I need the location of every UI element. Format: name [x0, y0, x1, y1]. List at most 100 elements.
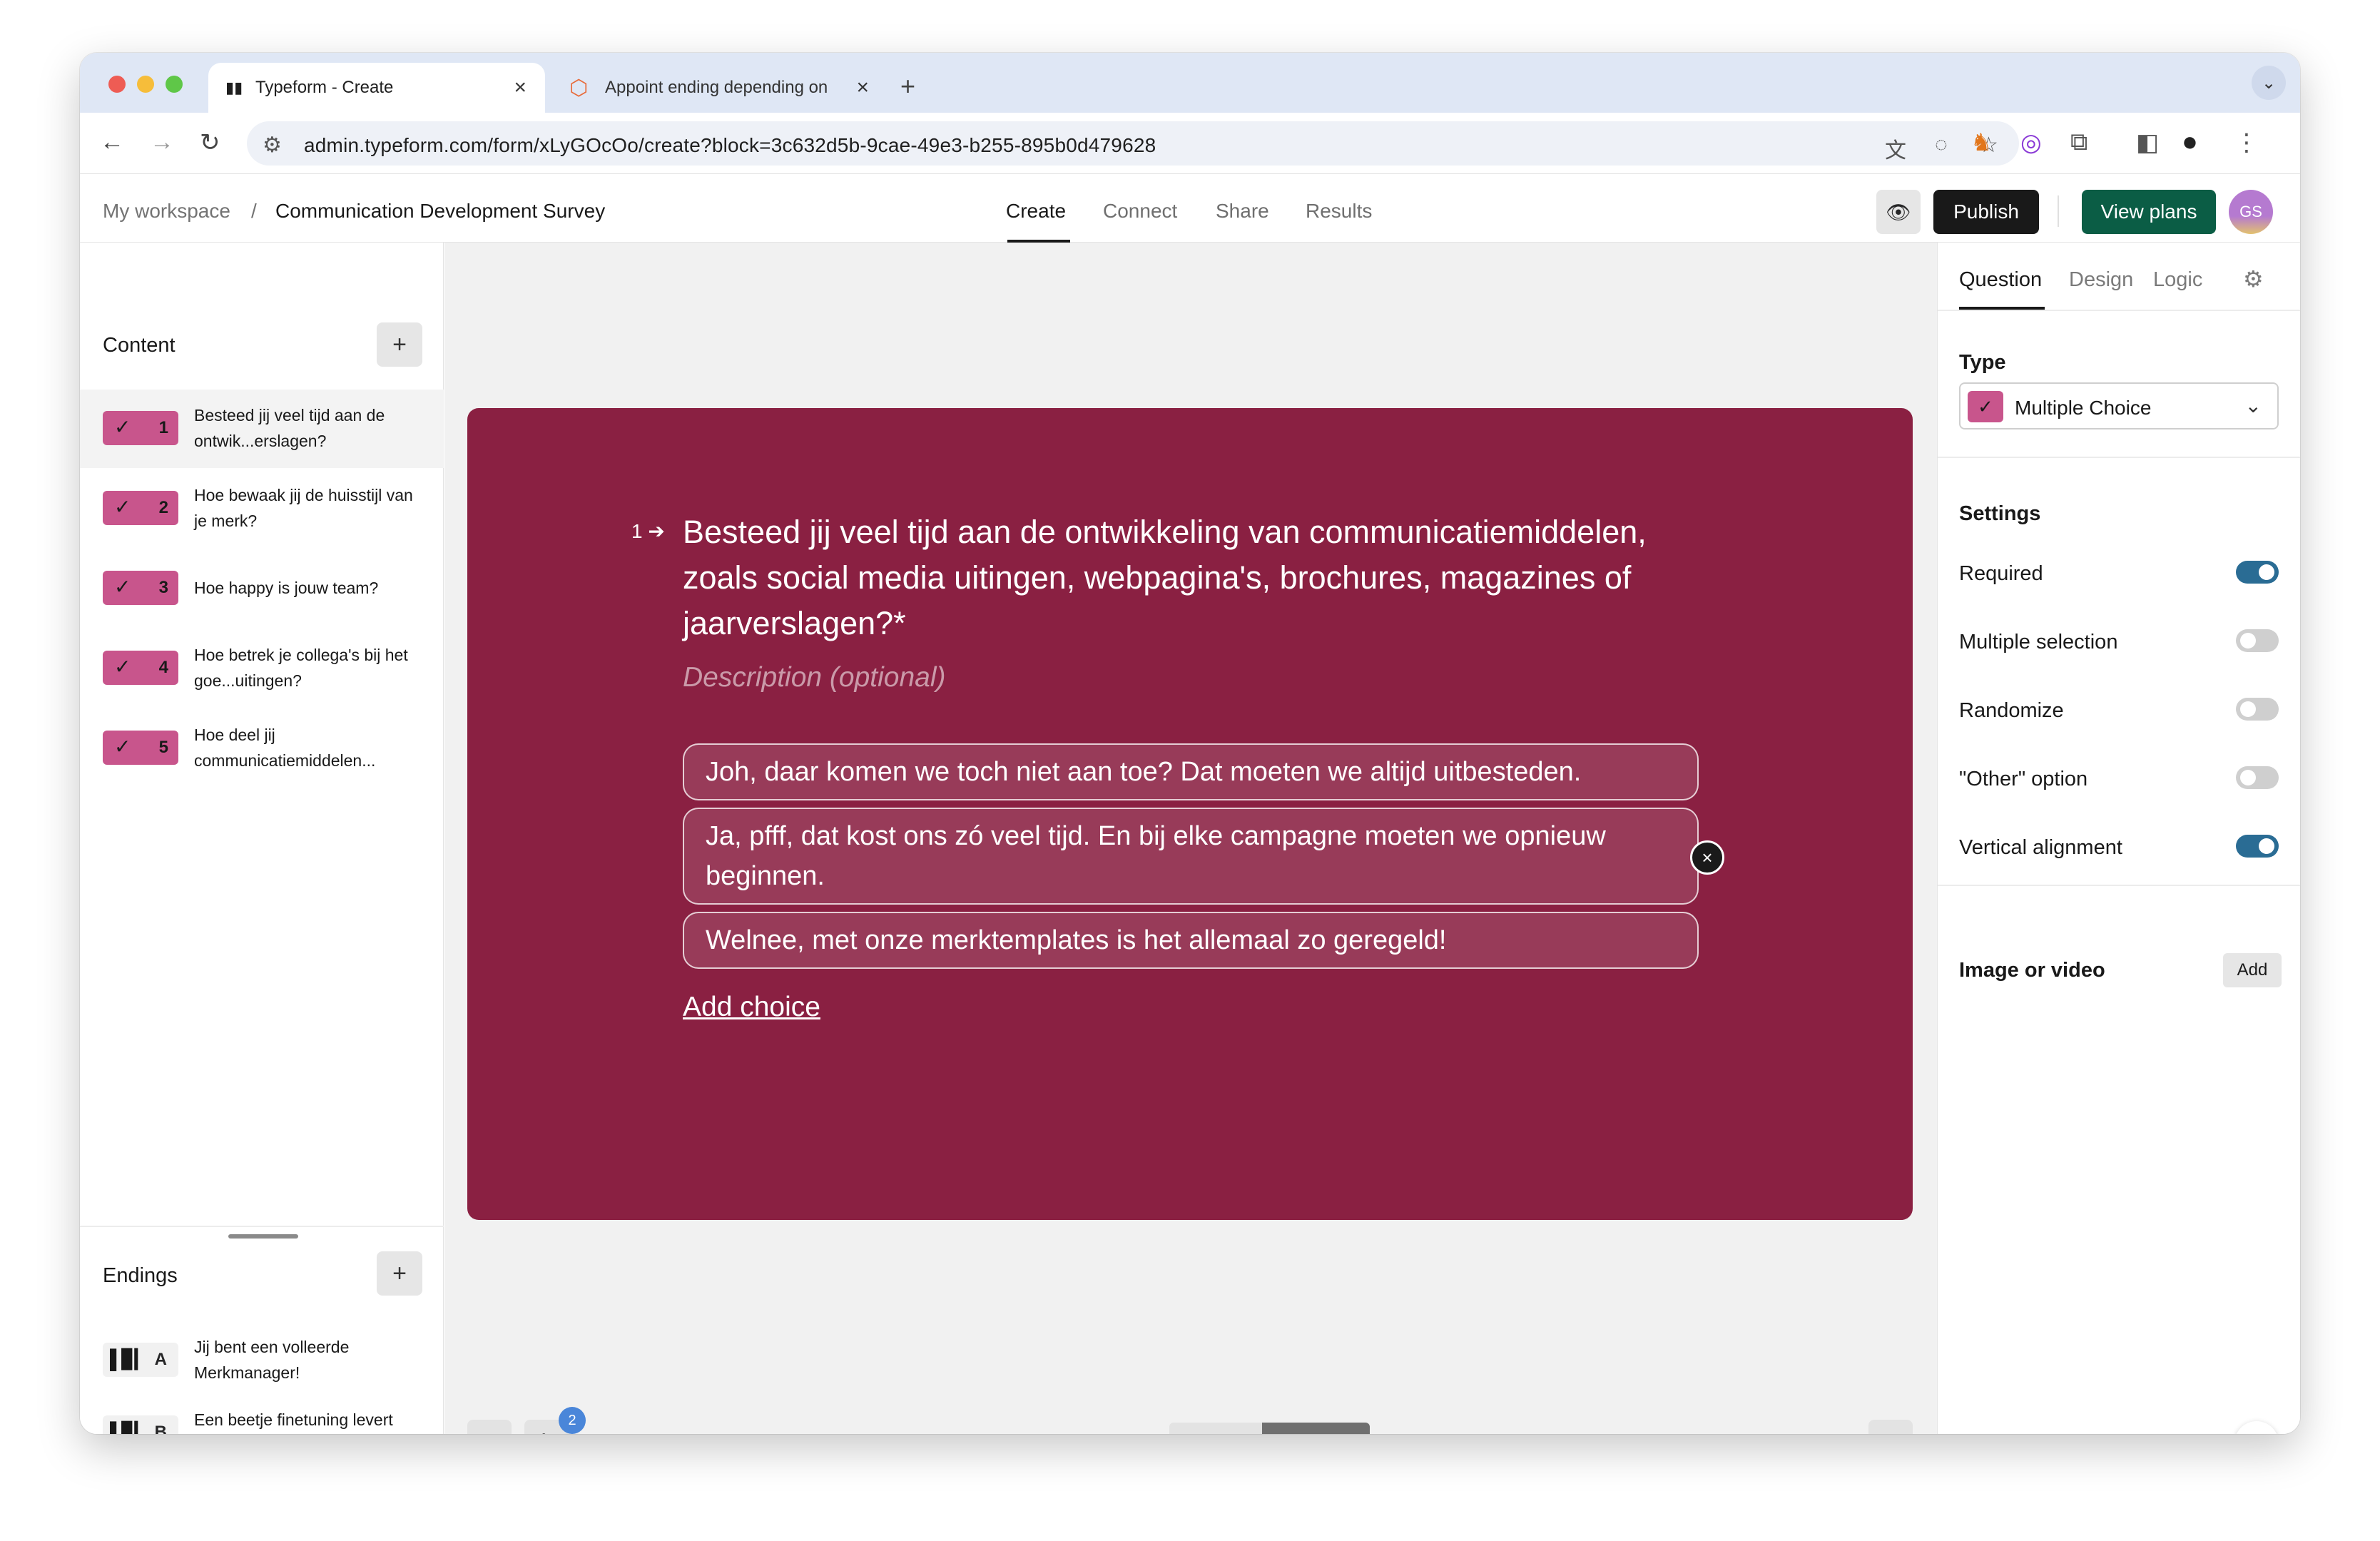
randomize-toggle[interactable]	[2236, 698, 2279, 721]
question-number-arrow: 1 ➔	[631, 520, 665, 542]
metamask-extension-icon[interactable]: ♞	[1970, 128, 1992, 157]
more-vertical-icon[interactable]: ⋮	[2234, 128, 2259, 157]
minimize-window-button[interactable]	[137, 76, 154, 93]
browser-window: ▮▮ Typeform - Create × ⬡ Appoint ending …	[80, 53, 2300, 1434]
preview-eye-icon[interactable]: 👁	[1876, 190, 1921, 234]
view-plans-button[interactable]: View plans	[2082, 190, 2216, 234]
question-item-4[interactable]: ✓ 4 Hoe betrek je collega's bij het goe.…	[80, 629, 444, 708]
add-ending-button[interactable]: +	[377, 1251, 422, 1296]
multiple-selection-label: Multiple selection	[1959, 631, 2118, 653]
required-label: Required	[1959, 562, 2043, 585]
tab-results[interactable]: Results	[1306, 200, 1372, 223]
question-title[interactable]: Besteed jij veel tijd aan de ontwikkelin…	[683, 509, 1682, 646]
tab-design[interactable]: Design	[2069, 268, 2133, 292]
app-header: My workspace / Communication Development…	[80, 174, 2300, 243]
form-title[interactable]: Communication Development Survey	[275, 200, 605, 223]
remove-choice-icon[interactable]: ×	[1690, 840, 1724, 875]
question-number: 1	[631, 520, 643, 542]
translate-icon[interactable]: ⽂	[1885, 133, 1906, 164]
tab-title: Typeform - Create	[255, 78, 394, 97]
sidebar-divider	[80, 1226, 444, 1227]
header-divider	[2058, 195, 2059, 227]
panel-divider	[1938, 885, 2300, 886]
required-toggle[interactable]	[2236, 561, 2279, 584]
address-bar[interactable]: ⚙ admin.typeform.com/form/xLyGOcOo/creat…	[247, 121, 2019, 166]
other-option-toggle[interactable]	[2236, 766, 2279, 789]
collapse-left-panel-icon[interactable]: ⇤	[467, 1420, 512, 1434]
reload-icon[interactable]: ↻	[200, 128, 220, 157]
close-tab-icon[interactable]: ×	[514, 76, 527, 100]
question-label: Hoe deel jij communicatiemiddelen...	[194, 726, 376, 770]
eye-slash-icon[interactable]: ◌	[1935, 133, 1948, 157]
question-number: 2	[158, 498, 168, 517]
puzzle-extensions-icon[interactable]: ⧉	[2070, 128, 2087, 156]
tab-create[interactable]: Create	[1006, 200, 1066, 223]
help-button[interactable]: ?	[2234, 1421, 2279, 1434]
add-media-button[interactable]: Add	[2223, 953, 2282, 987]
add-content-button[interactable]: +	[377, 322, 422, 367]
help-center-icon: ⬡	[569, 76, 589, 100]
question-card[interactable]: 1 ➔ Besteed jij veel tijd aan de ontwikk…	[467, 408, 1913, 1220]
multiple-selection-toggle[interactable]	[2236, 629, 2279, 652]
browser-tab-typeform[interactable]: ▮▮ Typeform - Create ×	[208, 63, 545, 113]
add-choice-link[interactable]: Add choice	[683, 992, 820, 1023]
checkmark-icon: ✓	[114, 576, 131, 598]
question-label: Hoe bewaak jij de huisstijl van je merk?	[194, 486, 413, 530]
avatar[interactable]: GS	[2229, 190, 2273, 234]
settings-label: Settings	[1959, 502, 2041, 525]
ending-badge: ▌▊▎ B	[103, 1415, 178, 1434]
content-sidebar: Content + ✓ 1 Besteed jij veel tijd aan …	[80, 243, 444, 1434]
breadcrumb-workspace[interactable]: My workspace	[103, 200, 230, 223]
question-item-2[interactable]: ✓ 2 Hoe bewaak jij de huisstijl van je m…	[80, 469, 444, 548]
ending-item-a[interactable]: ▌▊▎ A Jij bent een volleerde Merkmanager…	[80, 1321, 444, 1400]
tab-search-chevron-icon[interactable]: ⌄	[2252, 66, 2286, 100]
content-title: Content	[103, 334, 176, 357]
ending-item-b[interactable]: ▌▊▎ B Een beetje finetuning levert altij…	[80, 1401, 444, 1434]
mobile-view-button[interactable]: Mobile	[1169, 1423, 1263, 1434]
question-item-3[interactable]: ✓ 3 Hoe happy is jouw team?	[80, 549, 444, 628]
back-arrow-icon[interactable]: ←	[100, 128, 124, 156]
browser-tab-help[interactable]: ⬡ Appoint ending depending on ×	[554, 63, 882, 113]
ending-label: Jij bent een volleerde Merkmanager!	[194, 1338, 350, 1382]
question-item-5[interactable]: ✓ 5 Hoe deel jij communicatiemiddelen...	[80, 709, 444, 788]
side-panel-icon[interactable]: ◧	[2136, 128, 2159, 157]
checkmark-icon: ✓	[1968, 391, 2003, 422]
question-number: 1	[158, 418, 168, 437]
editor-canvas: 1 ➔ Besteed jij veel tijd aan de ontwikk…	[444, 243, 1937, 1434]
desktop-view-button[interactable]: Desktop	[1262, 1423, 1370, 1434]
publish-button[interactable]: Publish	[1933, 190, 2039, 234]
description-field[interactable]: Description (optional)	[683, 662, 946, 693]
choice-2[interactable]: Ja, pfff, dat kost ons zó veel tijd. En …	[683, 808, 1699, 905]
question-item-1[interactable]: ✓ 1 Besteed jij veel tijd aan de ontwik.…	[80, 390, 444, 468]
site-settings-icon[interactable]: ⚙	[263, 133, 282, 158]
breadcrumb-separator: /	[251, 200, 257, 222]
checkmark-icon: ✓	[114, 496, 131, 518]
close-window-button[interactable]	[108, 76, 126, 93]
type-label: Type	[1959, 351, 2006, 374]
choice-3[interactable]: Welnee, met onze merktemplates is het al…	[683, 912, 1699, 969]
collapse-right-panel-icon[interactable]: ⇥	[1868, 1420, 1913, 1434]
profile-icon[interactable]: ●	[2182, 127, 2198, 158]
tab-connect[interactable]: Connect	[1103, 200, 1177, 223]
url-text: admin.typeform.com/form/xLyGOcOo/create?…	[304, 134, 1156, 156]
forward-arrow-icon[interactable]: →	[150, 128, 174, 156]
question-type-select[interactable]: ✓ Multiple Choice ⌄	[1959, 382, 2279, 429]
close-tab-icon[interactable]: ×	[856, 76, 869, 100]
ending-label: Een beetje finetuning levert altijd iets…	[194, 1410, 393, 1429]
tab-question[interactable]: Question	[1959, 268, 2042, 292]
gear-icon[interactable]: ⚙	[2243, 265, 2264, 293]
question-settings-panel: Question Design Logic ⚙ Type ✓ Multiple …	[1937, 243, 2300, 1434]
tab-share[interactable]: Share	[1216, 200, 1269, 223]
extension-icon[interactable]: ◎	[2020, 128, 2042, 157]
maximize-window-button[interactable]	[166, 76, 183, 93]
question-type-badge: ✓ 2	[103, 491, 178, 525]
other-option-label: "Other" option	[1959, 768, 2088, 790]
vertical-alignment-toggle[interactable]	[2236, 835, 2279, 858]
tab-logic[interactable]: Logic	[2153, 268, 2202, 292]
new-tab-icon[interactable]: +	[900, 71, 915, 101]
choice-1[interactable]: Joh, daar komen we toch niet aan toe? Da…	[683, 743, 1699, 800]
resize-handle[interactable]	[228, 1234, 298, 1239]
question-label: Hoe betrek je collega's bij het goe...ui…	[194, 646, 408, 690]
checkmark-icon: ✓	[114, 416, 131, 438]
checkmark-icon: ✓	[114, 656, 131, 678]
